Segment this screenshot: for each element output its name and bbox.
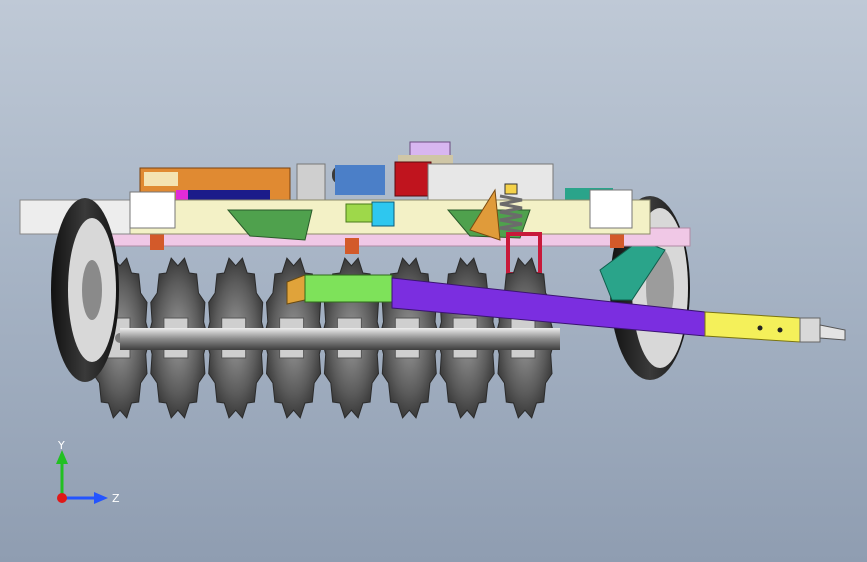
y-axis-label: Y	[57, 439, 65, 452]
coordinate-triad: Y Z	[56, 439, 120, 505]
red-block	[394, 161, 432, 197]
z-axis-label: Z	[112, 492, 120, 505]
x-axis-origin	[57, 493, 67, 503]
cad-viewport[interactable]: Y Z	[0, 0, 867, 562]
z-axis-arrow	[94, 492, 108, 504]
left-wheel	[51, 198, 119, 382]
y-axis-arrow	[56, 450, 68, 464]
disc-axle	[120, 328, 560, 350]
cyan-block	[371, 201, 395, 227]
harrow-model[interactable]	[0, 0, 867, 562]
